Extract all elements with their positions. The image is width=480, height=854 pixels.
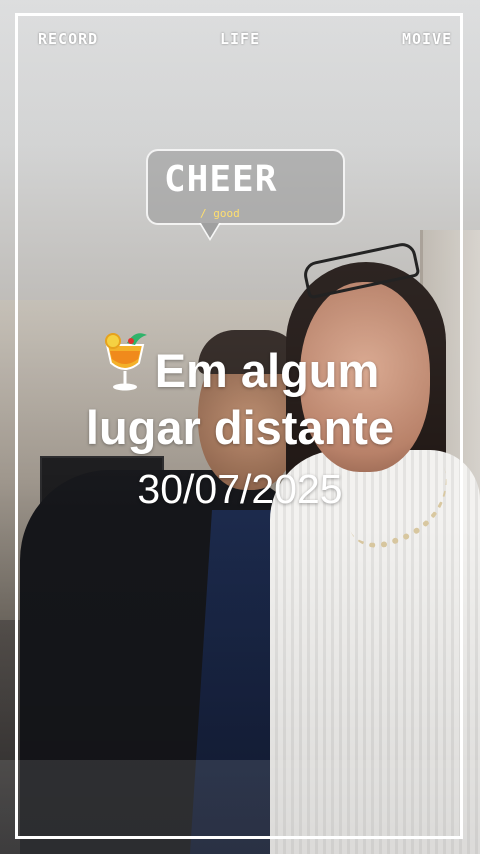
caption-line-2: lugar distante xyxy=(85,401,395,454)
record-label: RECORD xyxy=(38,30,99,48)
sticker-subtitle: / good xyxy=(200,207,240,220)
moive-label: MOIVE xyxy=(402,30,453,48)
cheer-sticker[interactable]: CHEER / good xyxy=(146,149,345,225)
caption-line-1-text: Em algum xyxy=(154,344,380,397)
life-label: LIFE xyxy=(220,30,261,48)
sticker-tail-fill xyxy=(201,223,219,238)
sticker-title: CHEER xyxy=(164,159,278,200)
caption-date: 30/07/2025 xyxy=(137,466,343,512)
caption-line-1: Em algum xyxy=(0,329,480,405)
tropical-drink-icon xyxy=(101,329,149,405)
